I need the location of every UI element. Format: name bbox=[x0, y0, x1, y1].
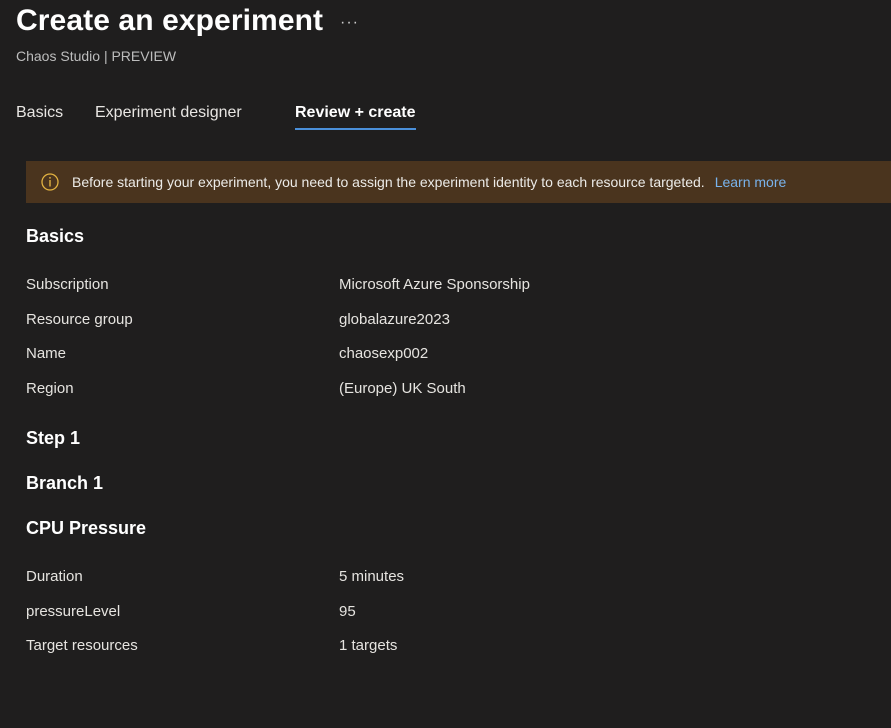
page-subtitle: Chaos Studio | PREVIEW bbox=[16, 48, 177, 64]
fault-title: CPU Pressure bbox=[26, 518, 147, 538]
detail-key: Resource group bbox=[26, 311, 133, 328]
detail-row-resource-group: Resource group globalazure2023 bbox=[26, 311, 886, 333]
page-title: Create an experiment bbox=[16, 4, 324, 37]
detail-row-region: Region (Europe) UK South bbox=[26, 380, 886, 402]
review-create-page: Create an experiment ··· Chaos Studio | … bbox=[0, 0, 891, 728]
detail-key: Name bbox=[26, 345, 67, 362]
detail-key: Target resources bbox=[26, 637, 138, 654]
tab-experiment-designer[interactable]: Experiment designer bbox=[95, 104, 242, 130]
detail-value: 5 minutes bbox=[339, 568, 405, 585]
detail-row-subscription: Subscription Microsoft Azure Sponsorship bbox=[26, 276, 886, 298]
detail-key: Subscription bbox=[26, 276, 109, 293]
banner-message: Before starting your experiment, you nee… bbox=[72, 174, 705, 190]
detail-key: Duration bbox=[26, 568, 83, 585]
more-options-button[interactable]: ··· bbox=[340, 14, 359, 32]
detail-value: 95 bbox=[339, 603, 356, 620]
detail-row-duration: Duration 5 minutes bbox=[26, 568, 886, 590]
basics-section-title: Basics bbox=[26, 226, 85, 246]
detail-value: chaosexp002 bbox=[339, 345, 429, 362]
detail-key: Region bbox=[26, 380, 74, 397]
identity-warning-banner: Before starting your experiment, you nee… bbox=[26, 161, 891, 203]
learn-more-link[interactable]: Learn more bbox=[715, 174, 787, 190]
tab-basics[interactable]: Basics bbox=[16, 104, 63, 130]
step-title: Step 1 bbox=[26, 428, 81, 448]
info-icon bbox=[41, 173, 59, 191]
detail-value: globalazure2023 bbox=[339, 311, 450, 328]
tab-review-create[interactable]: Review + create bbox=[295, 104, 416, 130]
branch-title: Branch 1 bbox=[26, 473, 104, 493]
detail-key: pressureLevel bbox=[26, 603, 121, 620]
detail-value: 1 targets bbox=[339, 637, 398, 654]
detail-row-target-resources: Target resources 1 targets bbox=[26, 637, 886, 659]
detail-value: (Europe) UK South bbox=[339, 380, 466, 397]
detail-value: Microsoft Azure Sponsorship bbox=[339, 276, 530, 293]
detail-row-pressure-level: pressureLevel 95 bbox=[26, 603, 886, 625]
detail-row-name: Name chaosexp002 bbox=[26, 345, 886, 367]
